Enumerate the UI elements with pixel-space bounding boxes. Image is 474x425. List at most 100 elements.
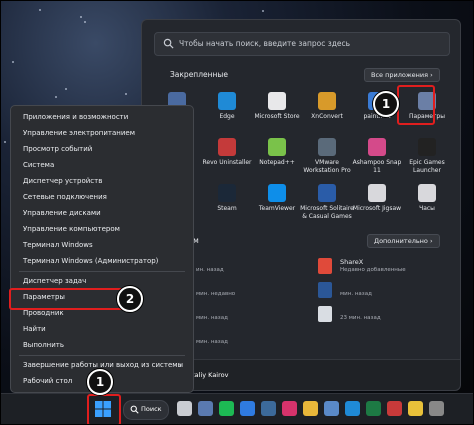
store-icon xyxy=(268,92,286,110)
pinned-title: Закрепленные xyxy=(170,70,228,79)
taskbar: Поиск xyxy=(1,393,473,424)
context-menu-item-label: Терминал Windows (Администратор) xyxy=(23,257,159,265)
context-menu-item-label: Диспетчер устройств xyxy=(23,177,103,185)
taskbar-search-button[interactable]: Поиск xyxy=(123,400,169,420)
context-menu-item[interactable]: Сетевые подключения xyxy=(12,190,192,205)
jigsaw-icon xyxy=(368,184,386,202)
context-menu-item-label: Приложения и возможности xyxy=(23,113,129,121)
pinned-app-label: VMware Workstation Pro xyxy=(303,159,351,174)
recommended-time: мин. назад xyxy=(196,339,228,345)
calculator-icon[interactable] xyxy=(198,401,213,416)
context-menu-item[interactable]: Диспетчер задач xyxy=(12,274,192,289)
excel-icon[interactable] xyxy=(366,401,381,416)
winx-context-menu: Приложения и возможности Управление элект… xyxy=(10,105,194,393)
pinned-app[interactable]: Revo Uninstaller xyxy=(200,138,254,167)
star xyxy=(55,96,58,99)
recommended-time: 23 мин. назад xyxy=(340,315,381,321)
pinned-app-label: Microsoft Solitaire & Casual Games xyxy=(300,205,354,220)
context-menu-item[interactable]: Терминал Windows xyxy=(12,238,192,253)
context-menu-item[interactable]: Управление компьютером xyxy=(12,222,192,237)
pinned-app[interactable]: Ashampoo Snap 11 xyxy=(350,138,404,175)
pinned-app[interactable]: Microsoft Jigsaw xyxy=(350,184,404,213)
folder-icon[interactable] xyxy=(303,401,318,416)
context-menu-item[interactable]: Управление дисками xyxy=(12,206,192,221)
context-menu-item[interactable]: Приложения и возможности xyxy=(12,110,192,125)
parameters-highlight xyxy=(9,288,129,310)
star xyxy=(80,15,83,18)
chevron-right-icon: › xyxy=(178,360,182,369)
context-menu-item-label: Управление электропитанием xyxy=(23,129,135,137)
pinned-app-label: Steam xyxy=(217,205,237,212)
edge-icon[interactable] xyxy=(345,401,360,416)
context-menu-item-label: Выполнить xyxy=(23,341,64,349)
instagram-icon[interactable] xyxy=(282,401,297,416)
pinned-app[interactable]: Epic Games Launcher xyxy=(400,138,454,175)
context-menu-item[interactable]: Управление электропитанием xyxy=(12,126,192,141)
start-search-input[interactable]: Чтобы начать поиск, введите запрос здесь xyxy=(154,32,450,56)
ashampoo-icon xyxy=(368,138,386,156)
pinned-app-label: Epic Games Launcher xyxy=(409,159,445,174)
all-apps-label: Все приложения xyxy=(371,71,429,79)
context-menu-item-label: Управление компьютером xyxy=(23,225,120,233)
taskbar-search-label: Поиск xyxy=(141,405,162,413)
recommended-time: мин. недавно xyxy=(196,291,236,297)
context-menu-item-label: Сетевые подключения xyxy=(23,193,107,201)
star xyxy=(125,93,128,96)
task-view-icon[interactable] xyxy=(177,401,192,416)
context-menu-item[interactable]: Терминал Windows (Администратор) xyxy=(12,254,192,269)
pinned-app-label: Microsoft Jigsaw xyxy=(352,205,402,212)
app-icon[interactable] xyxy=(387,401,402,416)
menu-separator xyxy=(19,271,185,272)
word-file-icon xyxy=(318,282,332,298)
pinned-app-label: XnConvert xyxy=(311,113,343,120)
menu-separator xyxy=(19,355,185,356)
pinned-app[interactable]: TeamViewer xyxy=(250,184,304,213)
more-button[interactable]: Дополнительно › xyxy=(367,234,440,248)
pinned-app[interactable]: Microsoft Store xyxy=(250,92,304,121)
pinned-app-label: Revo Uninstaller xyxy=(202,159,252,166)
context-menu-item[interactable]: Найти xyxy=(12,322,192,337)
star xyxy=(261,10,264,13)
xnconvert-icon xyxy=(318,92,336,110)
star xyxy=(12,61,15,64)
pinned-app[interactable]: VMware Workstation Pro xyxy=(300,138,354,175)
spotify-icon[interactable] xyxy=(219,401,234,416)
pinned-app[interactable]: Часы xyxy=(400,184,454,213)
revo-icon xyxy=(218,138,236,156)
pinned-app-label: Notepad++ xyxy=(259,159,295,166)
all-apps-button[interactable]: Все приложения › xyxy=(364,68,440,82)
pinned-app[interactable]: Notepad++ xyxy=(250,138,304,167)
steam-icon[interactable] xyxy=(261,401,276,416)
chrome-icon[interactable] xyxy=(408,401,423,416)
paint-icon[interactable] xyxy=(240,401,255,416)
search-icon xyxy=(130,405,139,414)
recommended-name: ShareX xyxy=(340,258,364,266)
recommended-time: ин. назад xyxy=(196,267,224,273)
teamviewer-icon xyxy=(268,184,286,202)
solitaire-icon xyxy=(318,184,336,202)
clock-icon xyxy=(418,184,436,202)
pinned-app[interactable]: Edge xyxy=(200,92,254,121)
context-menu-item[interactable]: Просмотр событий xyxy=(12,142,192,157)
pinned-app[interactable]: XnConvert xyxy=(300,92,354,121)
context-menu-item-label: Завершение работы или выход из системы xyxy=(23,361,184,369)
step-badge: 2 xyxy=(117,286,143,312)
pinned-app-label: Ashampoo Snap 11 xyxy=(352,159,402,174)
pinned-app[interactable]: Microsoft Solitaire & Casual Games xyxy=(300,184,354,221)
app-icon[interactable] xyxy=(324,401,339,416)
recommended-time: Недавно добавленные xyxy=(340,267,406,273)
star xyxy=(39,9,42,12)
pinned-app[interactable]: Steam xyxy=(200,184,254,213)
epic-icon xyxy=(418,138,436,156)
settings-highlight xyxy=(397,85,435,125)
context-menu-item[interactable]: Диспетчер устройств xyxy=(12,174,192,189)
pinned-app-label: Microsoft Store xyxy=(254,113,300,120)
context-menu-item-label: Система xyxy=(23,161,55,169)
star xyxy=(4,141,7,144)
pinned-app-label: TeamViewer xyxy=(258,205,296,212)
steam-icon xyxy=(218,184,236,202)
more-label: Дополнительно xyxy=(374,237,428,245)
context-menu-item[interactable]: Система xyxy=(12,158,192,173)
context-menu-item[interactable]: Выполнить xyxy=(12,338,192,353)
app-icon[interactable] xyxy=(429,401,444,416)
